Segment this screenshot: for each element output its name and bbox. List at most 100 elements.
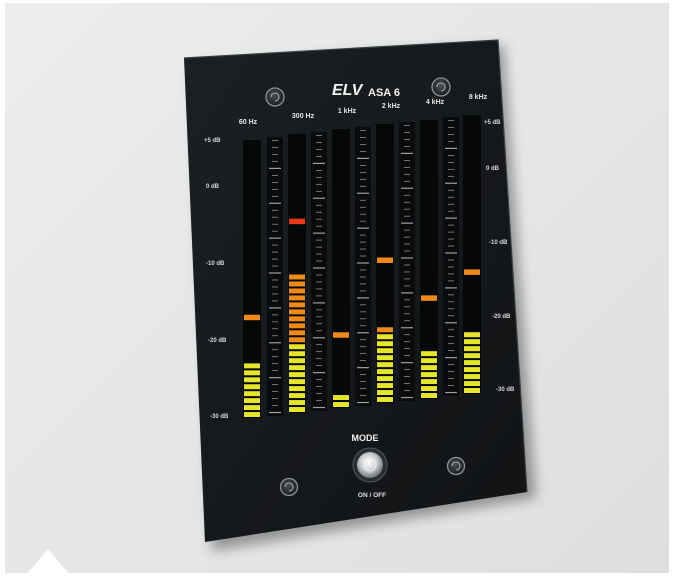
level-segment [244, 391, 260, 397]
level-segment [289, 365, 305, 371]
level-segment [244, 405, 260, 411]
level-segment [377, 334, 393, 340]
level-segment [289, 295, 305, 301]
scale-left-label: 0 dB [206, 184, 220, 190]
level-segment [289, 330, 305, 336]
scale-tick-column [311, 132, 327, 411]
level-segment [464, 353, 480, 359]
level-segment [244, 377, 260, 383]
mode-label: MODE [352, 433, 379, 443]
band-label: 1 kHz [338, 108, 357, 115]
scale-right-label: 0 dB [486, 166, 500, 172]
peak-segment [244, 314, 260, 321]
level-segment [377, 327, 393, 333]
level-segment [289, 379, 305, 385]
scale-tick-column [267, 137, 283, 416]
level-segment [289, 386, 305, 392]
level-segment [289, 309, 305, 315]
level-segment [289, 344, 305, 350]
scale-left-label: -20 dB [208, 338, 227, 344]
peak-segment [333, 332, 349, 338]
level-segment [377, 348, 393, 354]
scale-tick-column [355, 127, 371, 406]
level-segment [464, 339, 480, 345]
level-segment [333, 395, 349, 401]
level-segment [377, 369, 393, 375]
screw-icon [431, 77, 451, 97]
level-segment [289, 393, 305, 399]
level-segment [421, 372, 437, 378]
level-segment [289, 288, 305, 294]
peak-segment [289, 218, 305, 225]
audio-spectrum-analyzer-panel: ELV ASA 6 60 Hz 300 Hz 1 kHz 2 kHz 4 kHz 8 kH… [183, 39, 536, 551]
level-segment [244, 398, 260, 404]
level-segment [289, 337, 305, 343]
level-segment [244, 412, 260, 417]
level-segment [464, 388, 480, 393]
band-label: 2 kHz [382, 103, 401, 110]
level-segment [289, 407, 305, 412]
band-label: 300 Hz [292, 113, 315, 120]
band-label: 4 kHz [426, 99, 445, 106]
level-segment [421, 379, 437, 385]
level-segment [289, 400, 305, 406]
peak-segment [464, 269, 480, 275]
level-segment [289, 372, 305, 378]
screw-icon [279, 477, 299, 497]
band-label: 60 Hz [239, 119, 258, 126]
scale-right-label: +5 dB [484, 120, 501, 126]
level-segment [289, 316, 305, 322]
model-label: ASA 6 [368, 87, 400, 99]
level-segment [421, 365, 437, 371]
level-segment [421, 386, 437, 392]
level-segment [377, 397, 393, 402]
scale-right-label: -30 dB [496, 387, 515, 393]
scale-left-label: -10 dB [206, 261, 225, 267]
level-segment [464, 346, 480, 352]
level-segment [421, 393, 437, 398]
band-meter-0 [243, 140, 261, 418]
peak-segment [377, 257, 393, 263]
scale-right-label: -20 dB [492, 314, 511, 320]
power-label: ON / OFF [358, 492, 386, 499]
scale-tick-column [443, 117, 459, 396]
level-segment [421, 351, 437, 357]
level-segment [377, 362, 393, 368]
level-segment [377, 376, 393, 382]
brand-logo: ELV [332, 82, 364, 99]
level-segment [289, 358, 305, 364]
band-meter-2 [332, 129, 350, 408]
level-segment [377, 390, 393, 396]
level-segment [244, 384, 260, 390]
band-meter-3 [376, 124, 394, 403]
mode-button[interactable] [352, 447, 388, 483]
band-meter-4 [420, 120, 438, 399]
level-segment [464, 360, 480, 366]
level-segment [464, 367, 480, 373]
level-segment [289, 351, 305, 357]
screw-icon [446, 456, 466, 476]
scale-right-label: -10 dB [489, 240, 508, 246]
scale-tick-column [399, 122, 415, 401]
band-meter-1 [288, 134, 306, 413]
level-segment [244, 370, 260, 376]
level-segment [289, 323, 305, 329]
level-segment [464, 381, 480, 387]
scale-left-label: -30 dB [210, 414, 229, 420]
level-segment [377, 341, 393, 347]
level-segment [421, 358, 437, 364]
band-label: 8 kHz [469, 94, 488, 101]
scale-left-label: +5 dB [204, 138, 221, 144]
level-segment [333, 402, 349, 407]
corner-marker [27, 549, 69, 574]
screw-icon [265, 87, 285, 107]
level-segment [377, 383, 393, 389]
peak-segment [421, 295, 437, 301]
level-segment [377, 355, 393, 361]
level-segment [289, 281, 305, 287]
band-meter-5 [463, 115, 481, 394]
level-segment [464, 374, 480, 380]
level-segment [244, 363, 260, 369]
level-segment [289, 302, 305, 308]
level-segment [464, 332, 480, 338]
